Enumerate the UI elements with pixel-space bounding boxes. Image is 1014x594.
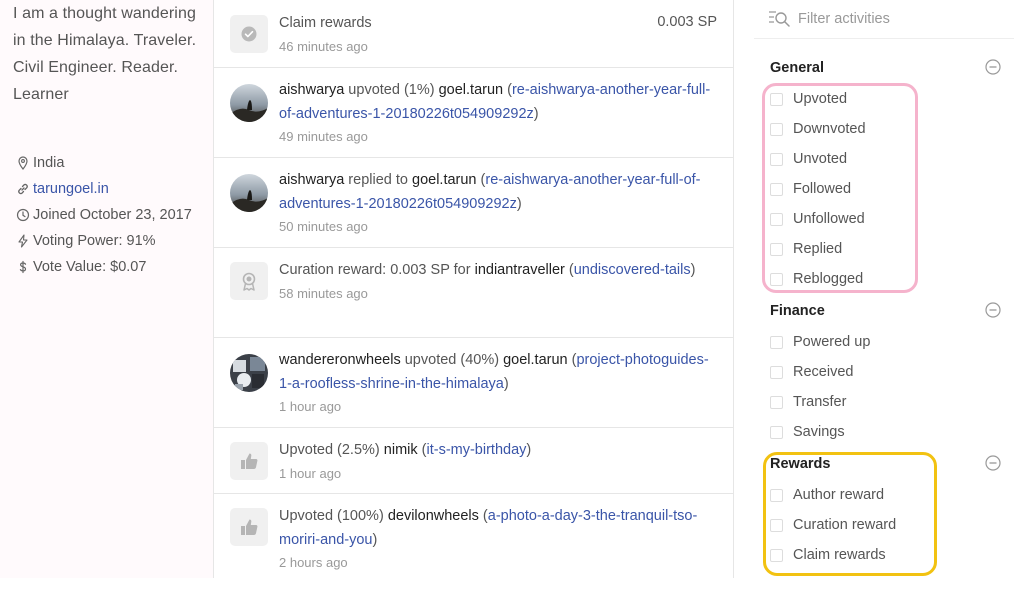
profile-vote-value: Vote Value: $0.07: [13, 254, 208, 280]
target-link[interactable]: nimik: [384, 442, 418, 458]
profile-meta: India tarungoel.in Joined October 23, 20…: [13, 150, 208, 280]
filter-author-reward[interactable]: Author reward: [770, 487, 884, 503]
award-ribbon-icon: [230, 262, 268, 300]
activity-item-upvoted: Upvoted (100%) devilonwheels (a-photo-a-…: [214, 494, 733, 584]
activity-time: 2 hours ago: [279, 555, 348, 570]
target-link[interactable]: goel.tarun: [439, 82, 504, 98]
filter-replied[interactable]: Replied: [770, 241, 842, 257]
filter-followed[interactable]: Followed: [770, 181, 851, 197]
section-title-rewards: Rewards: [770, 456, 831, 472]
profile-voting-power: Voting Power: 91%: [13, 228, 208, 254]
checkbox[interactable]: [770, 395, 783, 409]
dollar-icon: [13, 254, 33, 280]
post-link[interactable]: it-s-my-birthday: [426, 442, 526, 458]
checkbox[interactable]: [770, 212, 783, 226]
avatar[interactable]: [230, 174, 268, 212]
section-title-general: General: [770, 60, 824, 76]
filter-bar: [754, 0, 1014, 39]
profile-website[interactable]: tarungoel.in: [13, 176, 208, 202]
post-link[interactable]: undiscovered-tails: [574, 262, 691, 278]
link-icon: [13, 176, 33, 202]
checkbox[interactable]: [770, 242, 783, 256]
activity-item-upvoted: Upvoted (2.5%) nimik (it-s-my-birthday) …: [214, 428, 733, 494]
target-link[interactable]: indiantraveller: [475, 262, 565, 278]
target-link[interactable]: goel.tarun: [412, 172, 477, 188]
activity-time: 1 hour ago: [279, 399, 342, 414]
website-link[interactable]: tarungoel.in: [33, 176, 208, 202]
checkbox[interactable]: [770, 488, 783, 502]
filter-search-icon: [769, 11, 790, 27]
collapse-finance-icon[interactable]: [985, 302, 1001, 318]
filter-transfer[interactable]: Transfer: [770, 394, 846, 410]
profile-location: India: [13, 150, 208, 176]
filter-curation-reward[interactable]: Curation reward: [770, 517, 896, 533]
avatar[interactable]: [230, 354, 268, 392]
collapse-rewards-icon[interactable]: [985, 455, 1001, 471]
activity-item-vote: wandereronwheels upvoted (40%) goel.taru…: [214, 338, 733, 428]
filter-downvoted[interactable]: Downvoted: [770, 121, 866, 137]
section-title-finance: Finance: [770, 303, 825, 319]
filter-activities-input[interactable]: [796, 10, 1000, 28]
filter-savings[interactable]: Savings: [770, 424, 845, 440]
clock-icon: [13, 202, 33, 228]
actor-link[interactable]: aishwarya: [279, 82, 344, 98]
activity-time: 50 minutes ago: [279, 219, 368, 234]
activity-item-reply: aishwarya replied to goel.tarun (re-aish…: [214, 158, 733, 248]
avatar[interactable]: [230, 84, 268, 122]
activity-time: 46 minutes ago: [279, 38, 368, 54]
checkbox[interactable]: [770, 365, 783, 379]
activity-item-curation: Curation reward: 0.003 SP for indiantrav…: [214, 248, 733, 338]
checkbox[interactable]: [770, 425, 783, 439]
checkbox[interactable]: [770, 152, 783, 166]
filter-claim-rewards[interactable]: Claim rewards: [770, 547, 886, 563]
activity-time: 58 minutes ago: [279, 285, 368, 301]
activity-item-vote: aishwarya upvoted (1%) goel.tarun (re-ai…: [214, 68, 733, 158]
activity-filters: General Upvoted Downvoted Unvoted Follow…: [754, 0, 1014, 578]
collapse-general-icon[interactable]: [985, 59, 1001, 75]
filter-received[interactable]: Received: [770, 364, 853, 380]
activity-feed: Claim rewards 46 minutes ago 0.003 SP ai…: [213, 0, 734, 578]
actor-link[interactable]: wandereronwheels: [279, 352, 401, 368]
checkbox[interactable]: [770, 335, 783, 349]
filter-unvoted[interactable]: Unvoted: [770, 151, 847, 167]
checkbox[interactable]: [770, 182, 783, 196]
target-link[interactable]: devilonwheels: [388, 508, 479, 524]
activity-item-claim: Claim rewards 46 minutes ago 0.003 SP: [214, 0, 733, 68]
lightning-icon: [13, 228, 33, 254]
activity-text: Claim rewards: [279, 15, 372, 31]
checkbox[interactable]: [770, 518, 783, 532]
checkbox[interactable]: [770, 92, 783, 106]
activity-time: 1 hour ago: [279, 465, 342, 481]
profile-bio: I am a thought wandering in the Himalaya…: [13, 5, 197, 103]
location-pin-icon: [13, 150, 33, 176]
target-link[interactable]: goel.tarun: [503, 352, 568, 368]
activity-amount: 0.003 SP: [657, 14, 717, 30]
profile-sidebar: I am a thought wandering in the Himalaya…: [0, 0, 214, 578]
activity-time: 49 minutes ago: [279, 129, 368, 144]
claim-check-icon: [230, 15, 268, 53]
filter-unfollowed[interactable]: Unfollowed: [770, 211, 865, 227]
actor-link[interactable]: aishwarya: [279, 172, 344, 188]
checkbox[interactable]: [770, 122, 783, 136]
checkbox[interactable]: [770, 548, 783, 562]
thumbs-up-icon: [230, 508, 268, 546]
filter-reblogged[interactable]: Reblogged: [770, 271, 863, 287]
thumbs-up-icon: [230, 442, 268, 480]
checkbox[interactable]: [770, 272, 783, 286]
filter-powered-up[interactable]: Powered up: [770, 334, 870, 350]
profile-joined: Joined October 23, 2017: [13, 202, 208, 228]
filter-upvoted[interactable]: Upvoted: [770, 91, 847, 107]
